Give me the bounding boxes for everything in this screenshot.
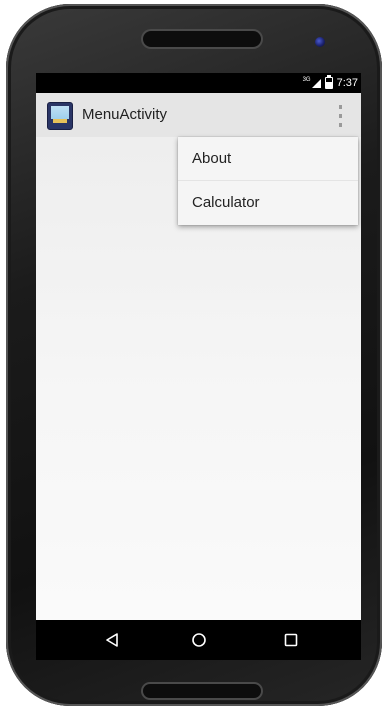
menu-item-about[interactable]: About [178, 137, 358, 181]
device-frame-stage: 3G 7:37 MenuActivity About Calculator [0, 0, 388, 710]
network-type-label: 3G [302, 77, 311, 83]
bottom-speaker-grille [143, 684, 261, 698]
home-circle-icon [192, 633, 206, 647]
back-triangle-icon [106, 633, 118, 647]
recent-apps-button[interactable] [279, 628, 303, 652]
app-title: MenuActivity [82, 106, 168, 123]
status-time: 7:37 [336, 77, 358, 89]
action-bar: MenuActivity [36, 93, 361, 137]
menu-item-calculator[interactable]: Calculator [178, 181, 358, 225]
status-bar: 3G 7:37 [36, 73, 361, 93]
overflow-menu-icon[interactable] [334, 105, 346, 127]
overflow-dot [338, 123, 342, 127]
recent-apps-square-icon [284, 633, 298, 647]
home-button[interactable] [187, 628, 211, 652]
signal-strength-icon [311, 78, 321, 88]
app-launcher-icon [47, 102, 73, 130]
top-speaker-grille [143, 31, 261, 47]
overflow-dot [338, 105, 342, 109]
battery-icon [324, 75, 333, 89]
status-indicators: 3G 7:37 [302, 75, 358, 90]
back-button[interactable] [100, 628, 124, 652]
overflow-menu-popup: About Calculator [178, 137, 358, 225]
device-screen: 3G 7:37 MenuActivity About Calculator [36, 73, 361, 620]
overflow-dot [338, 114, 342, 118]
front-camera-icon [315, 37, 325, 47]
navigation-bar [36, 620, 361, 660]
